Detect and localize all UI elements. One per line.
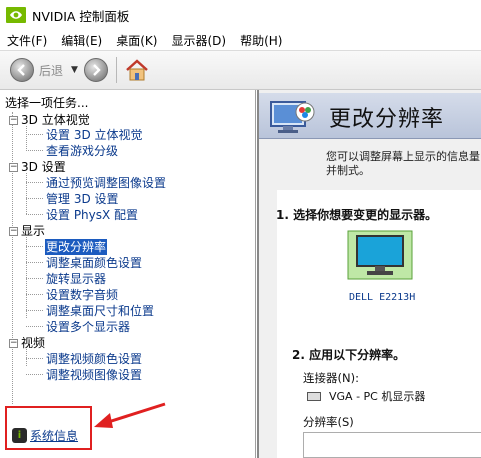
display-settings-icon [270,101,315,133]
menu-help[interactable]: 帮助(H) [233,32,289,49]
forward-arrow-icon [93,64,101,76]
tree-item-stereo-setup[interactable]: 设置 3D 立体视觉 [46,127,143,143]
back-button[interactable]: 后退 [10,58,63,82]
connector-label: 连接器(N): [303,371,359,385]
collapse-icon[interactable]: − [9,339,18,348]
menu-bar: 文件(F) 编辑(E) 桌面(K) 显示器(D) 帮助(H) [0,30,481,50]
resolution-list[interactable] [303,432,481,458]
connector-value: VGA - PC 机显示器 [329,390,426,403]
back-arrow-icon [10,58,34,82]
window-title: NVIDIA 控制面板 [32,8,130,24]
info-icon: i [12,428,27,443]
category-label: 显示 [21,224,46,238]
task-tree: − 3D 立体视觉 设置 3D 立体视觉 查看游戏分级 − 3D 设置 通过预览… [9,112,252,404]
tree-item-desktop-size[interactable]: 调整桌面尺寸和位置 [46,303,154,319]
collapse-icon[interactable]: − [9,227,18,236]
forward-button[interactable] [83,58,108,82]
menu-desktop[interactable]: 桌面(K) [109,32,164,49]
page-header: 更改分辨率 [259,93,481,139]
tree-item-video-image[interactable]: 调整视频图像设置 [46,367,142,383]
category-label: 3D 立体视觉 [21,113,90,127]
system-info-label: 系统信息 [30,429,79,443]
tree-item-manage-3d[interactable]: 管理 3D 设置 [46,191,119,207]
title-bar: NVIDIA 控制面板 [0,0,481,30]
monitor-icon[interactable] [347,230,413,280]
tree-item-preview-image[interactable]: 通过预览调整图像设置 [46,175,166,191]
menu-edit[interactable]: 编辑(E) [54,32,109,49]
collapse-icon[interactable]: − [9,116,18,125]
menu-display[interactable]: 显示器(D) [164,32,233,49]
tree-item-multi-display[interactable]: 设置多个显示器 [46,319,130,335]
toolbar-divider [115,57,117,83]
system-info-link[interactable]: i 系统信息 [12,427,78,444]
back-label: 后退 [39,63,64,78]
connector-row: VGA - PC 机显示器 [307,388,425,404]
collapse-icon[interactable]: − [9,163,18,172]
tree-item-digital-audio[interactable]: 设置数字音频 [46,287,118,303]
home-icon[interactable] [124,57,150,83]
tree-item-video-color[interactable]: 调整视频颜色设置 [46,351,142,367]
resolution-label: 分辨率(S) [303,415,354,429]
toolbar: 后退 ▼ [0,50,481,90]
task-panel: 选择一项任务... − 3D 立体视觉 设置 3D 立体视觉 查看游戏分级 − … [0,90,256,458]
vga-connector-icon [307,391,321,401]
tree-item-desktop-color[interactable]: 调整桌面颜色设置 [46,255,142,271]
category-label: 视频 [21,336,46,350]
tree-item-game-rating[interactable]: 查看游戏分级 [46,143,118,159]
history-dropdown-icon[interactable]: ▼ [71,65,78,75]
tree-item-physx[interactable]: 设置 PhysX 配置 [46,207,138,223]
nvidia-logo-icon [6,7,26,23]
step-apply-resolution: 2. 应用以下分辨率。 [292,348,406,362]
page-description: 您可以调整屏幕上显示的信息量并制式。 [326,150,480,177]
step-select-display: 1. 选择你想要变更的显示器。 [276,208,438,222]
tree-item-rotate-display[interactable]: 旋转显示器 [46,271,106,287]
monitor-name: DELL E2213H [349,292,416,303]
task-header: 选择一项任务... [5,96,89,110]
tree-item-change-resolution[interactable]: 更改分辨率 [45,239,108,255]
page-title: 更改分辨率 [329,107,445,132]
content-panel: 更改分辨率 您可以调整屏幕上显示的信息量并制式。 1. 选择你想要变更的显示器。… [257,90,481,458]
category-label: 3D 设置 [21,160,66,174]
menu-file[interactable]: 文件(F) [0,32,54,49]
